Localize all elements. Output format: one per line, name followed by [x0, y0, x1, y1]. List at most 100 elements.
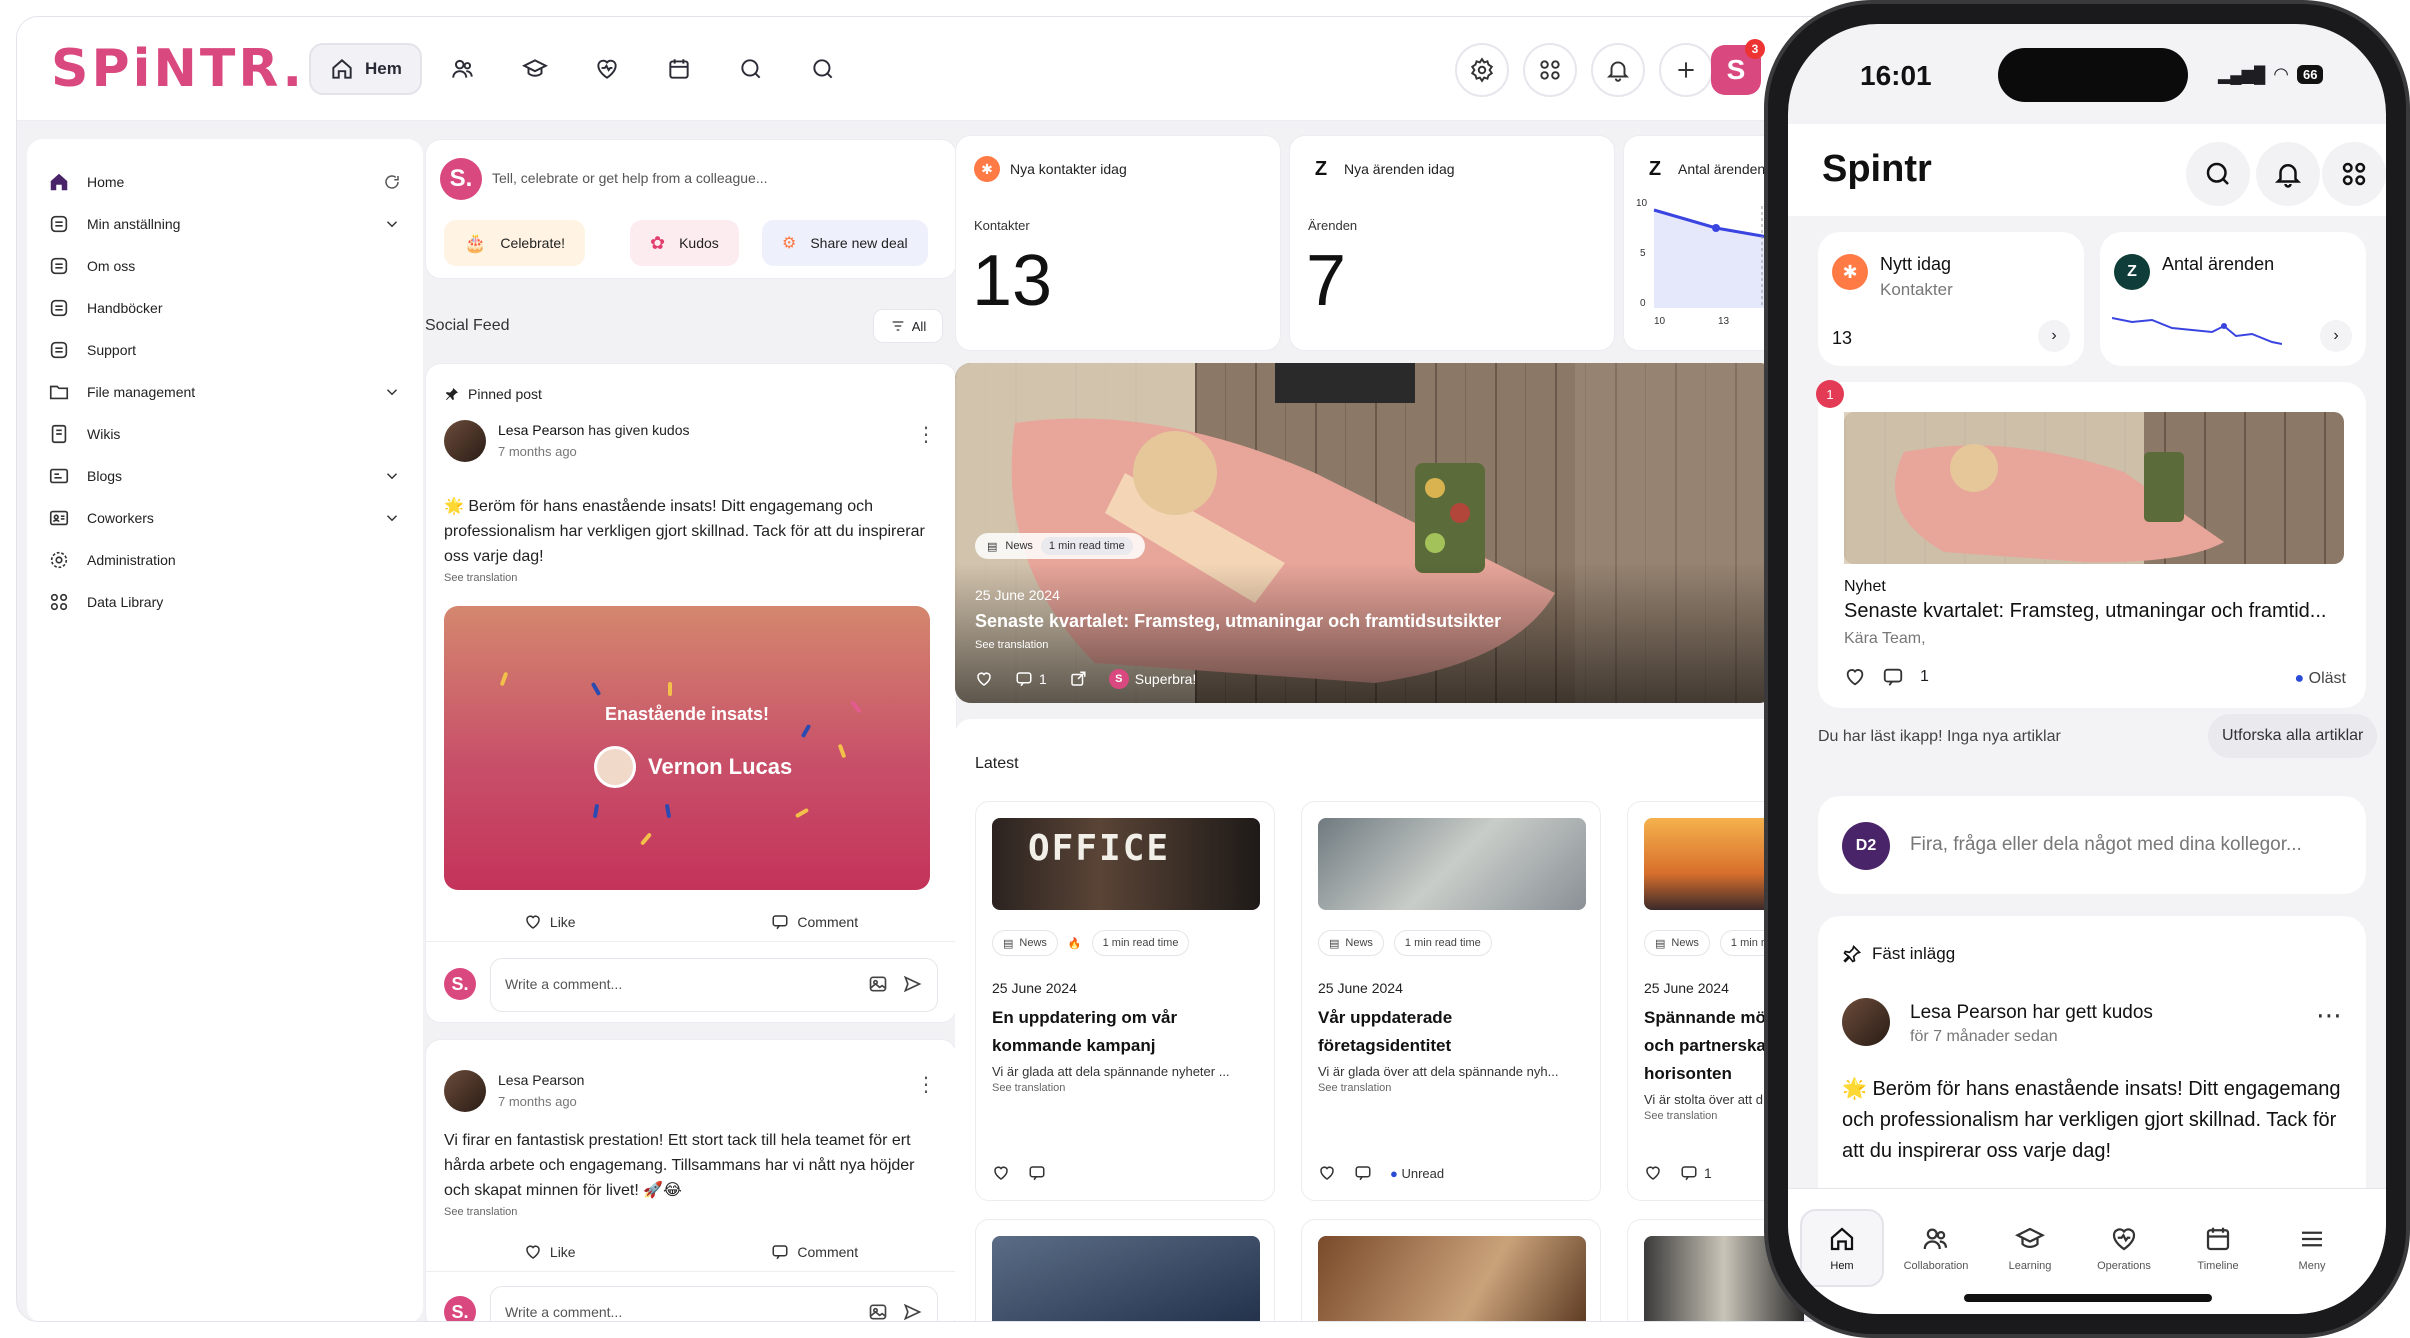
article-card[interactable]: OFFICE ▤ News 🔥 1 min read time 25 June 2… [975, 801, 1275, 1201]
heart-icon[interactable] [1318, 1164, 1336, 1182]
chevron-down-icon[interactable] [383, 467, 401, 485]
news-title[interactable]: Senaste kvartalet: Framsteg, utmaningar … [1844, 600, 2326, 623]
nav-timeline-button[interactable] [648, 43, 710, 95]
article-card[interactable] [1627, 1219, 1804, 1321]
article-card[interactable]: ▤ News 1 min read time 25 June 2024 Vår u… [1301, 801, 1601, 1201]
stat-card-case-count[interactable]: Z Antal ärenden 10 5 0 10 13 [1623, 135, 1784, 351]
phone-news-card[interactable]: 1 Nyhet Senaste kvartalet: Framsteg, utm… [1816, 380, 2366, 708]
feed-filter-button[interactable]: All [873, 309, 943, 343]
phone-nav-home[interactable]: Hem [1800, 1209, 1884, 1287]
chevron-right-icon[interactable]: › [2320, 320, 2352, 352]
author-avatar[interactable] [444, 420, 486, 462]
send-icon[interactable] [902, 974, 922, 994]
kudos-button[interactable]: ✿ Kudos [630, 220, 739, 266]
sidebar-item-coworkers[interactable]: Coworkers [47, 501, 407, 535]
see-translation-link[interactable]: See translation [444, 1206, 517, 1218]
comment-icon[interactable] [1882, 666, 1904, 688]
phone-nav-timeline[interactable]: Timeline [2176, 1209, 2260, 1287]
phone-widget-cases[interactable]: Z Antal ärenden › [2100, 232, 2366, 366]
heart-icon[interactable] [1644, 1164, 1662, 1182]
comment-icon[interactable] [1354, 1164, 1372, 1182]
sidebar-item-handbocker[interactable]: Handböcker [47, 291, 407, 325]
author-avatar[interactable] [444, 1070, 486, 1112]
notifications-button[interactable] [1591, 43, 1645, 97]
send-icon[interactable] [902, 1302, 922, 1322]
sidebar-item-blogs[interactable]: Blogs [47, 459, 407, 493]
sidebar-item-file-management[interactable]: File management [47, 375, 407, 409]
article-card[interactable] [975, 1219, 1275, 1321]
nav-operations-button[interactable] [576, 43, 638, 95]
see-translation-link[interactable]: See translation [975, 639, 1048, 651]
nav-home-button[interactable]: Hem [309, 43, 422, 95]
more-options-icon[interactable]: ⋯ [2316, 1000, 2342, 1031]
nav-search-button[interactable] [720, 43, 782, 95]
phone-nav-menu[interactable]: Meny [2270, 1209, 2354, 1287]
stat-card-cases[interactable]: Z Nya ärenden idag Ärenden 7 [1289, 135, 1615, 351]
more-options-icon[interactable]: ⋮ [916, 1072, 936, 1097]
phone-nav-operations[interactable]: Operations [2082, 1209, 2166, 1287]
comment-button[interactable]: Comment [771, 1243, 858, 1261]
author-avatar[interactable] [1842, 998, 1890, 1046]
kudos-recipient[interactable]: Vernon Lucas [594, 746, 792, 788]
post-author[interactable]: Lesa Pearson [498, 1072, 584, 1088]
article-title[interactable]: Vår uppdaterade företagsidentitet [1318, 1004, 1588, 1060]
phone-widget-contacts[interactable]: ✱ Nytt idag Kontakter 13 › [1818, 232, 2084, 366]
celebrate-button[interactable]: 🎂 Celebrate! [444, 220, 586, 266]
heart-icon[interactable] [992, 1164, 1010, 1182]
create-button[interactable] [1659, 43, 1713, 97]
chevron-down-icon[interactable] [383, 509, 401, 527]
image-icon[interactable] [868, 974, 888, 994]
phone-apps-button[interactable] [2322, 142, 2386, 206]
like-button[interactable]: Like [524, 913, 576, 931]
comment-count[interactable]: 1 [1680, 1164, 1712, 1182]
post-author[interactable]: Lesa Pearson [498, 422, 584, 438]
see-translation-link[interactable]: See translation [444, 572, 517, 584]
post-author-line[interactable]: Lesa Pearson har gett kudos [1910, 1002, 2153, 1024]
chevron-right-icon[interactable]: › [2038, 320, 2070, 352]
sidebar-item-om-oss[interactable]: Om oss [47, 249, 407, 283]
article-card[interactable]: ▤ News 1 min re 25 June 2024 Spännande mö… [1627, 801, 1787, 1201]
apps-button[interactable] [1523, 43, 1577, 97]
image-icon[interactable] [868, 1302, 888, 1322]
comment-icon[interactable] [1028, 1164, 1046, 1182]
phone-nav-collaboration[interactable]: Collaboration [1894, 1209, 1978, 1287]
featured-news-card[interactable]: ▤ News 1 min read time 25 June 2024 Sena… [955, 363, 1775, 703]
post-time: för 7 månader sedan [1910, 1028, 2058, 1045]
heart-icon[interactable] [975, 670, 993, 688]
composer-input[interactable]: Fira, fråga eller dela något med dina ko… [1910, 834, 2302, 856]
spintr-logo[interactable]: SPiNTR. [51, 39, 305, 99]
heart-icon[interactable] [1844, 666, 1866, 688]
see-translation-link[interactable]: See translation [992, 1082, 1262, 1094]
sidebar-item-min-anstallning[interactable]: Min anställning [47, 207, 407, 241]
nav-search-alt-button[interactable] [792, 43, 854, 95]
more-options-icon[interactable]: ⋮ [916, 422, 936, 447]
sidebar-item-home[interactable]: Home [47, 165, 407, 199]
comment-button[interactable]: Comment [771, 913, 858, 931]
share-deal-button[interactable]: ⚙ Share new deal [762, 220, 928, 266]
see-translation-link[interactable]: See translation [1318, 1082, 1588, 1094]
user-avatar[interactable]: S 3 [1711, 39, 1765, 95]
explore-articles-button[interactable]: Utforska alla artiklar [2208, 714, 2378, 758]
sidebar-item-data-library[interactable]: Data Library [47, 585, 407, 619]
phone-nav-learning[interactable]: Learning [1988, 1209, 2072, 1287]
settings-button[interactable] [1455, 43, 1509, 97]
article-card[interactable] [1301, 1219, 1601, 1321]
hero-title[interactable]: Senaste kvartalet: Framsteg, utmaningar … [975, 611, 1501, 632]
stat-card-contacts[interactable]: ✱ Nya kontakter idag Kontakter 13 [955, 135, 1281, 351]
phone-notifications-button[interactable] [2256, 142, 2320, 206]
article-title[interactable]: En uppdatering om vår kommande kampanj [992, 1004, 1262, 1060]
sidebar-item-administration[interactable]: Administration [47, 543, 407, 577]
nav-learning-button[interactable] [504, 43, 566, 95]
like-button[interactable]: Like [524, 1243, 576, 1261]
comment-count[interactable]: 1 [1015, 670, 1047, 688]
chevron-down-icon[interactable] [383, 215, 401, 233]
sidebar-item-support[interactable]: Support [47, 333, 407, 367]
phone-search-button[interactable] [2186, 142, 2250, 206]
phone-composer[interactable]: D2 Fira, fråga eller dela något med dina… [1818, 796, 2366, 894]
refresh-icon[interactable] [383, 173, 401, 191]
sidebar-item-wikis[interactable]: Wikis [47, 417, 407, 451]
nav-collaboration-button[interactable] [432, 43, 494, 95]
chevron-down-icon[interactable] [383, 383, 401, 401]
composer-input[interactable]: Tell, celebrate or get help from a colle… [492, 170, 768, 186]
share-icon[interactable] [1069, 670, 1087, 688]
